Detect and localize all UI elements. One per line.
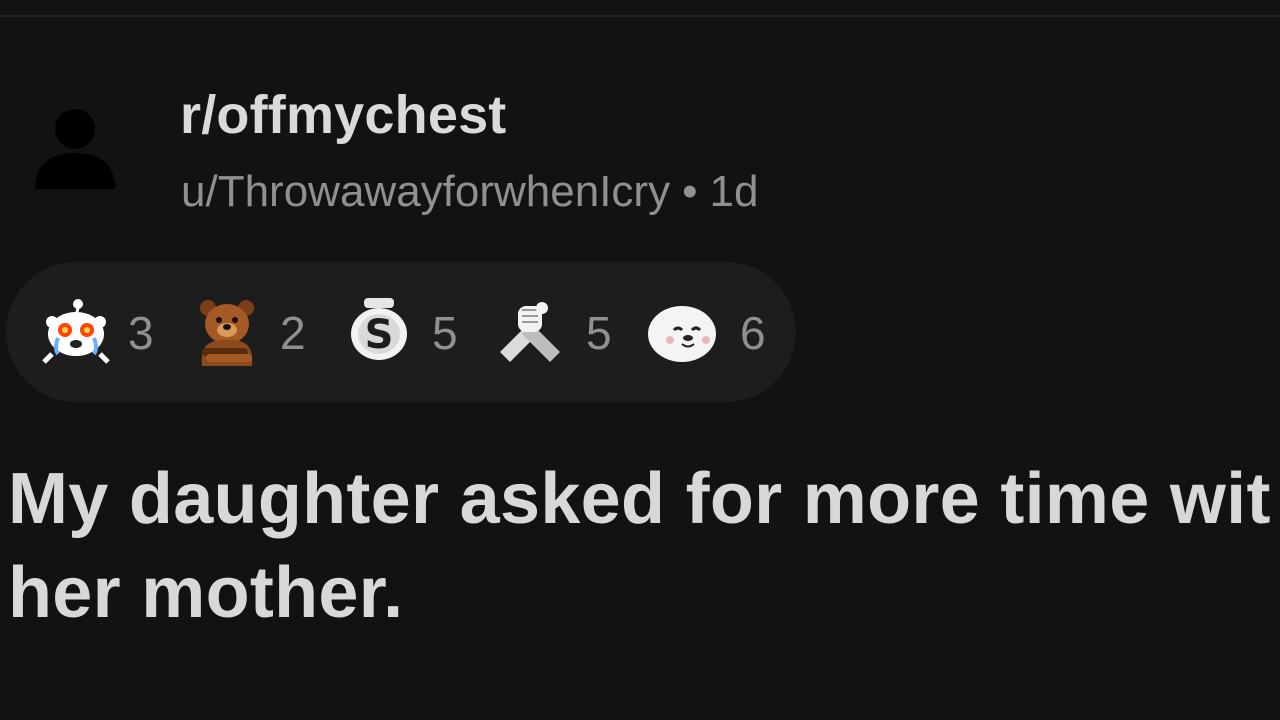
subreddit-name[interactable]: r/offmychest	[180, 82, 506, 148]
award-item[interactable]: 6	[646, 296, 776, 368]
award-count: 6	[740, 307, 766, 359]
user-avatar-icon[interactable]	[33, 105, 117, 193]
award-item[interactable]: 2	[194, 296, 324, 368]
seal-icon	[648, 306, 716, 362]
post-header-view: r/offmychest u/ThrowawayforwhenIcry•1d	[0, 0, 1280, 720]
silver-s-coin-icon: S	[351, 298, 407, 360]
handshake-icon	[500, 302, 560, 362]
awards-bar[interactable]: 3 2 S 5 5 6	[6, 262, 796, 402]
post-title-line-2: her mother.	[8, 553, 404, 633]
post-title[interactable]: My daughter asked for more time wit her …	[8, 452, 1280, 640]
post-title-line-1: My daughter asked for more time wit	[8, 459, 1271, 539]
award-count: 5	[432, 307, 458, 359]
svg-text:S: S	[365, 312, 394, 358]
author-username[interactable]: u/ThrowawayforwhenIcry	[181, 167, 670, 216]
post-meta: u/ThrowawayforwhenIcry • 1d	[181, 164, 758, 220]
award-item[interactable]: 3	[40, 296, 170, 368]
post-age: 1d	[709, 167, 759, 216]
crying-snoo-icon	[42, 299, 110, 364]
award-count: 3	[128, 307, 154, 359]
bear-hug-icon	[200, 300, 254, 366]
top-divider	[0, 15, 1280, 17]
award-item[interactable]: S 5	[346, 296, 476, 368]
award-count: 2	[280, 307, 306, 359]
meta-separator: •	[682, 167, 698, 216]
award-count: 5	[586, 307, 612, 359]
award-item[interactable]: 5	[494, 296, 624, 368]
